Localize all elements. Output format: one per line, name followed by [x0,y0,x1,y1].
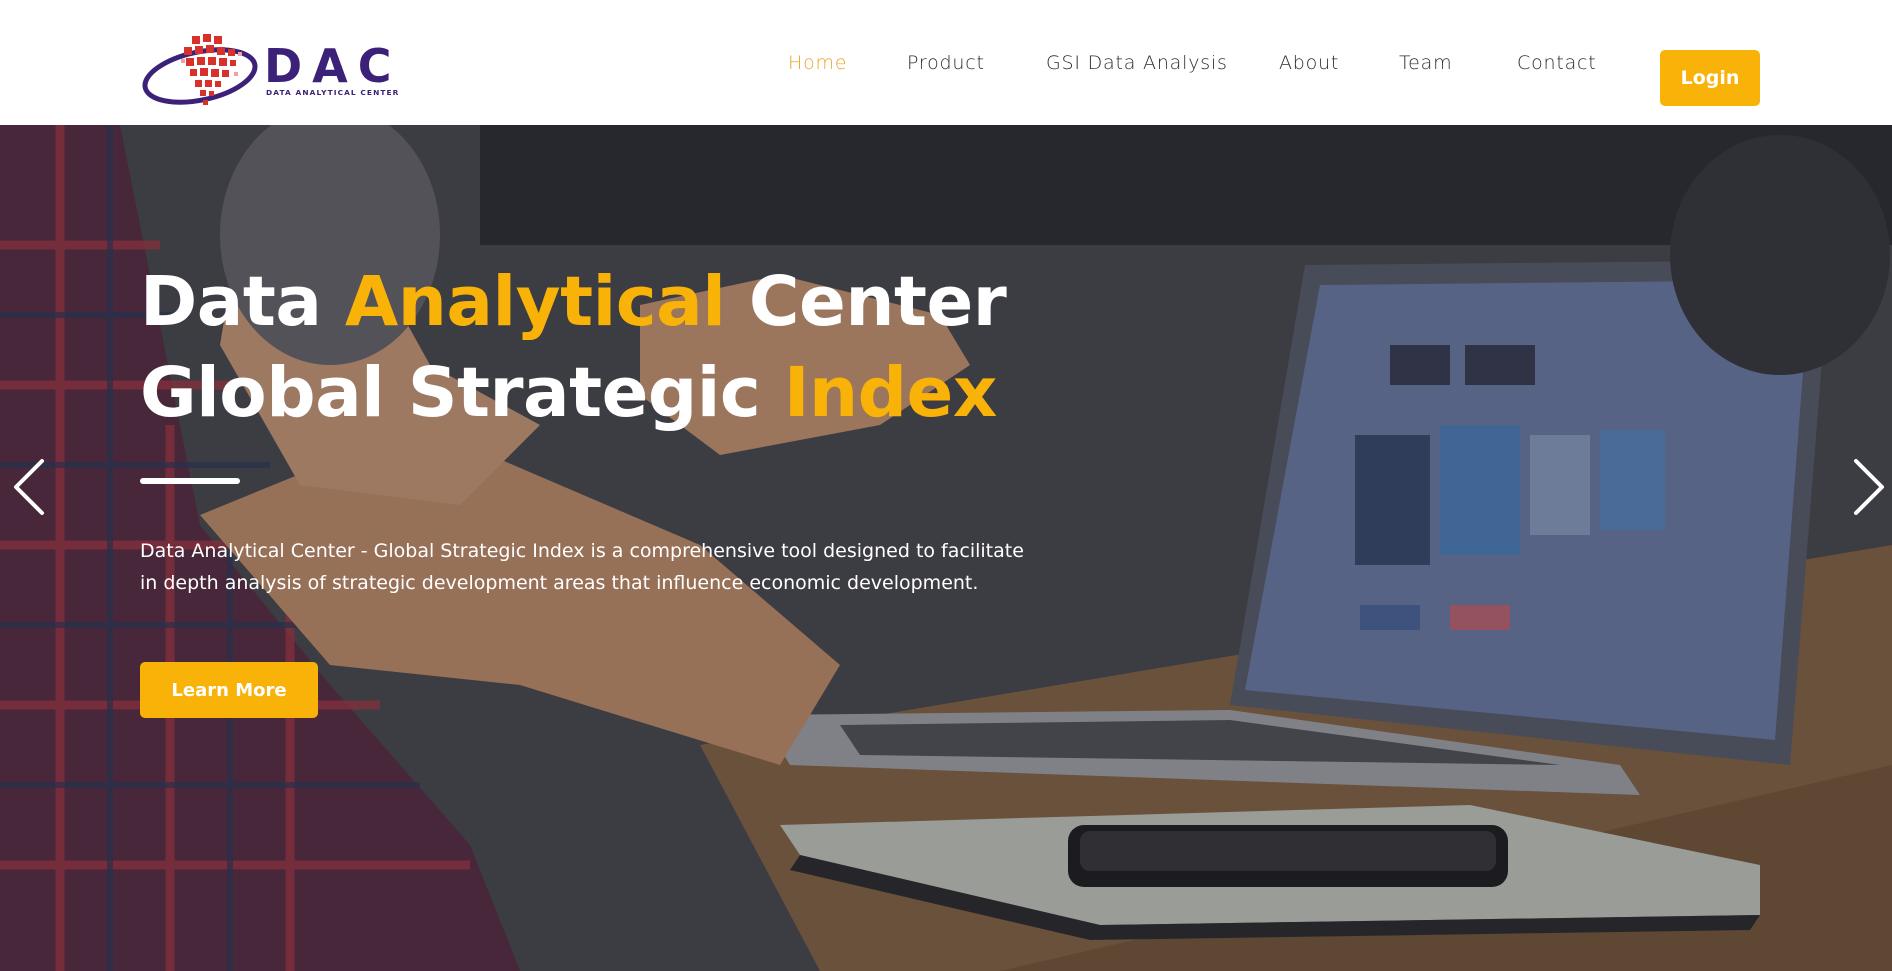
logo-subtitle: DATA ANALYTICAL CENTER [266,88,400,97]
title-text: Center [725,262,1007,342]
main-nav: Home Product GSI Data Analysis About Tea… [0,52,1892,87]
learn-more-button[interactable]: Learn More [140,662,318,718]
nav-item-product[interactable]: Product [907,52,985,74]
nav-item-gsi-data-analysis[interactable]: GSI Data Analysis [1046,52,1228,74]
carousel-prev-button[interactable] [10,455,50,519]
hero-description: Data Analytical Center - Global Strategi… [140,540,1024,594]
site-header: DAC DATA ANALYTICAL CENTER Home Product … [0,0,1892,125]
hero-carousel: Data Analytical Center Global Strategic … [0,125,1892,971]
hero-title-line-1: Data Analytical Center [140,257,1140,348]
chevron-left-icon [14,459,44,515]
nav-item-contact[interactable]: Contact [1517,52,1597,74]
hero-title-line-2: Global Strategic Index [140,348,1140,439]
hero-divider [140,478,240,484]
nav-item-team[interactable]: Team [1399,52,1452,74]
hero-title: Data Analytical Center Global Strategic … [140,257,1140,439]
title-text: Global Strategic [140,353,784,433]
title-accent-text: Analytical [344,262,726,342]
login-button[interactable]: Login [1660,50,1760,106]
title-accent-text: Index [783,353,998,433]
chevron-right-icon [1854,459,1884,515]
title-text: Data [140,262,345,342]
nav-item-about[interactable]: About [1279,52,1339,74]
carousel-next-button[interactable] [1848,455,1888,519]
nav-item-home[interactable]: Home [788,52,847,74]
